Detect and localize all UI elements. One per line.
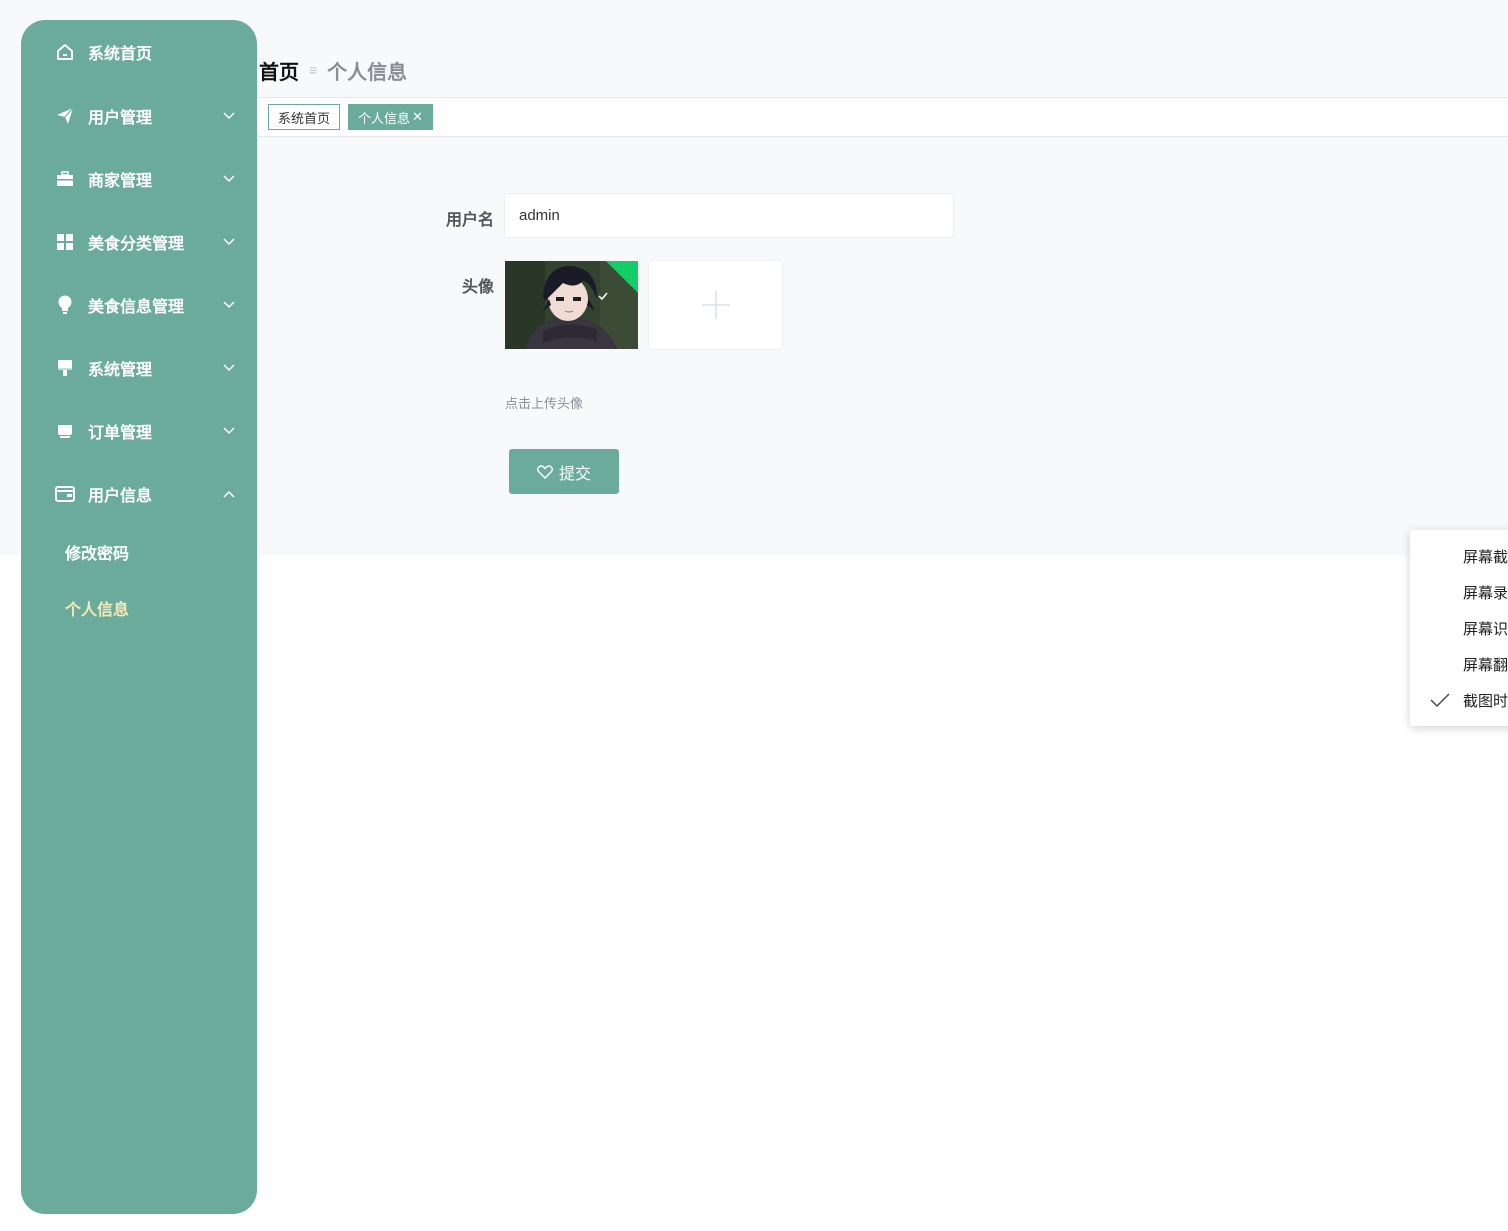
sidebar-item-label: 用户信息: [88, 488, 153, 505]
sidebar-item-label: 用户管理: [88, 110, 153, 127]
menu-item-screenshot[interactable]: 屏幕截: [1410, 540, 1508, 572]
menu-item-label: 屏幕识: [1463, 620, 1508, 638]
sidebar-item-label: 美食信息管理: [88, 299, 185, 316]
plus-icon: [701, 291, 730, 319]
close-icon[interactable]: ✕: [412, 109, 423, 125]
breadcrumb-current: 个人信息: [327, 61, 408, 84]
sidebar-subitem-change-password[interactable]: 修改密码: [21, 534, 257, 570]
sidebar-item-label: 系统管理: [88, 362, 153, 379]
home-icon: [55, 42, 75, 62]
menu-item-screen-translate[interactable]: 屏幕翻: [1410, 648, 1508, 680]
tabs-bar: 系统首页 个人信息 ✕: [258, 97, 1508, 137]
menu-item-label: 屏幕录: [1463, 584, 1508, 602]
sidebar-item-user-info[interactable]: 用户信息: [21, 474, 257, 514]
sidebar-item-user-management[interactable]: 用户管理: [21, 96, 257, 136]
username-value: admin: [519, 207, 560, 224]
sidebar-item-food-category[interactable]: 美食分类管理: [21, 222, 257, 262]
sidebar-item-label: 系统首页: [88, 46, 153, 63]
avatar-label: 头像: [461, 279, 494, 296]
bulb-icon: [55, 295, 75, 315]
sidebar-subitem-label: 修改密码: [65, 546, 130, 563]
menu-item-label: 屏幕翻: [1463, 656, 1508, 674]
sidebar-item-merchant-management[interactable]: 商家管理: [21, 159, 257, 199]
screenshot-context-menu: 屏幕截 屏幕录 屏幕识 屏幕翻 截图时: [1410, 530, 1508, 726]
chevron-down-icon: [223, 299, 235, 311]
breadcrumb-home[interactable]: 首页: [259, 56, 299, 85]
tab-label: 系统首页: [278, 110, 331, 126]
submit-button[interactable]: 提交: [509, 449, 619, 494]
avatar[interactable]: [505, 261, 638, 349]
tab-system-home[interactable]: 系统首页: [268, 104, 341, 130]
upload-hint: 点击上传头像: [505, 396, 584, 411]
menu-item-screen-recognize[interactable]: 屏幕识: [1410, 612, 1508, 644]
breadcrumb: 首页 ≡ 个人信息: [259, 56, 407, 84]
chevron-down-icon: [223, 173, 235, 185]
breadcrumb-separator: ≡: [309, 62, 318, 78]
heart-icon: [536, 464, 553, 479]
sidebar-item-order-management[interactable]: 订单管理: [21, 411, 257, 451]
sidebar-subitem-label: 个人信息: [65, 602, 130, 619]
chevron-down-icon: [223, 236, 235, 248]
menu-item-label: 截图时: [1463, 692, 1508, 710]
sidebar-item-food-info[interactable]: 美食信息管理: [21, 285, 257, 325]
briefcase-icon: [55, 169, 75, 189]
menu-item-screen-record[interactable]: 屏幕录: [1410, 576, 1508, 608]
check-icon: [598, 292, 608, 301]
paper-plane-icon: [55, 106, 75, 126]
sidebar-item-label: 订单管理: [88, 425, 153, 442]
brush-icon: [55, 358, 75, 378]
tab-personal-info[interactable]: 个人信息 ✕: [348, 104, 433, 130]
sidebar-item-label: 商家管理: [88, 173, 153, 190]
chevron-down-icon: [223, 110, 235, 122]
wallet-icon: [55, 484, 75, 504]
username-label: 用户名: [445, 212, 494, 229]
sidebar-item-label: 美食分类管理: [88, 236, 185, 253]
menu-item-label: 屏幕截: [1463, 548, 1508, 566]
sidebar-item-home[interactable]: 系统首页: [21, 32, 257, 72]
chevron-down-icon: [223, 362, 235, 374]
chevron-down-icon: [223, 425, 235, 437]
sidebar-item-system-management[interactable]: 系统管理: [21, 348, 257, 388]
sidebar-subitem-personal-info[interactable]: 个人信息: [21, 590, 257, 626]
tab-label: 个人信息: [358, 110, 411, 126]
chevron-up-icon: [223, 488, 235, 500]
sidebar: 系统首页 用户管理 商家管理 美食分类管理 美食信息管理 系统管理 订单管理 用…: [21, 20, 257, 1214]
cart-icon: [55, 421, 75, 441]
submit-label: 提交: [558, 465, 591, 483]
username-input[interactable]: admin: [504, 193, 954, 238]
menu-item-screenshot-option[interactable]: 截图时: [1410, 684, 1508, 716]
grid-icon: [55, 232, 75, 252]
upload-success-corner: [606, 261, 638, 293]
avatar-upload-button[interactable]: [648, 260, 783, 350]
checkmark-icon: [1430, 693, 1450, 707]
